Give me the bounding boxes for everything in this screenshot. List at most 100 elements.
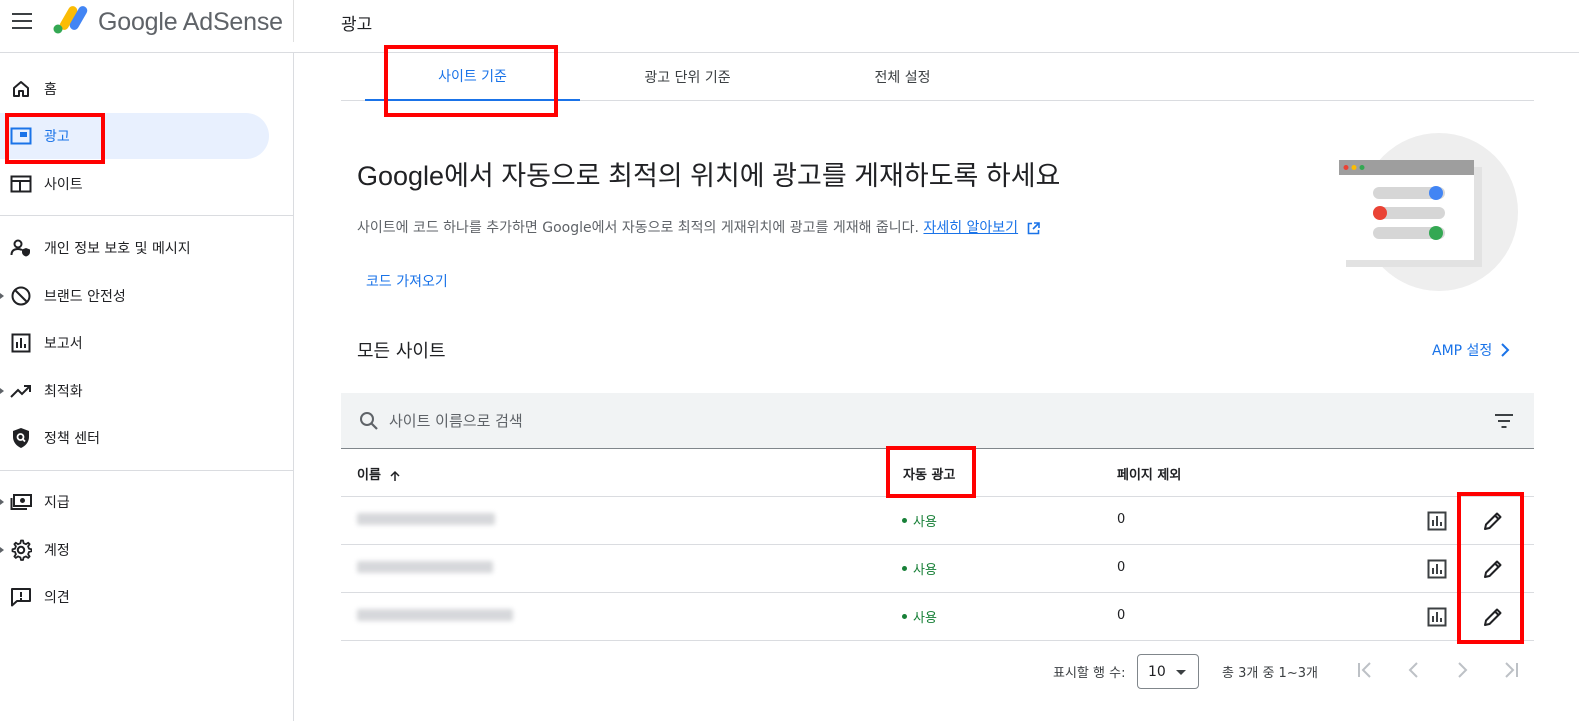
gear-icon [10,539,32,561]
sidebar-item-brand-safety[interactable]: 브랜드 안전성 [0,273,269,319]
table-header: 이름 자동 광고 페이지 제외 [341,449,1534,497]
hero-description-text: 사이트에 코드 하나를 추가하면 Google에서 자동으로 최적의 게재위치에… [357,220,919,236]
sidebar-item-home[interactable]: 홈 [0,66,269,112]
table-row[interactable]: 사용 0 [341,497,1534,545]
sidebar-item-reports[interactable]: 보고서 [0,320,269,366]
privacy-icon [10,237,32,259]
auto-ads-status: 사용 [902,559,937,578]
open-in-new-icon [1027,221,1040,234]
report-icon[interactable] [1427,511,1447,531]
column-header-page-exclusions[interactable]: 페이지 제외 [1117,464,1181,483]
tab-by-site[interactable]: 사이트 기준 [365,53,580,101]
sidebar-divider [0,470,293,471]
tab-global-settings[interactable]: 전체 설정 [795,53,1010,101]
rows-per-page-label: 표시할 행 수: [1053,666,1126,681]
site-search-bar [341,393,1534,449]
get-code-button[interactable]: 코드 가져오기 [366,271,448,291]
policy-icon [10,427,32,449]
edit-pencil-icon[interactable] [1482,510,1504,532]
page-exclusions-count: 0 [1117,512,1126,527]
sidebar-item-policy-center[interactable]: 정책 센터 [0,415,269,461]
report-icon[interactable] [1427,559,1447,579]
sidebar: 홈 광고 사이트 개인 정보 보호 및 메시지 브랜드 안전성 보고서 최적화 … [0,53,294,721]
page-title: 광고 [341,15,373,35]
previous-page-icon[interactable] [1404,660,1424,680]
sidebar-item-payments[interactable]: 지급 [0,479,269,525]
hero-description: 사이트에 코드 하나를 추가하면 Google에서 자동으로 최적의 게재위치에… [357,217,1040,237]
edit-pencil-icon[interactable] [1482,558,1504,580]
amp-settings-label: AMP 설정 [1432,343,1493,359]
site-name-redacted[interactable] [357,513,495,525]
first-page-icon[interactable] [1356,660,1376,680]
search-icon [360,412,378,430]
sites-icon [10,173,32,195]
sidebar-item-ads[interactable]: 광고 [0,113,269,159]
auto-ads-illustration [1339,133,1518,291]
hero-title: Google에서 자동으로 최적의 위치에 광고를 게재하도록 하세요 [357,161,1061,191]
filter-icon[interactable] [1494,413,1514,429]
status-text: 사용 [913,563,937,578]
sidebar-item-sites[interactable]: 사이트 [0,161,269,207]
trending-up-icon [10,380,32,402]
ads-icon [10,125,32,147]
block-icon [10,285,32,307]
column-header-name[interactable]: 이름 [357,464,401,483]
sidebar-item-optimization[interactable]: 최적화 [0,368,269,414]
report-icon[interactable] [1427,607,1447,627]
sidebar-item-account[interactable]: 계정 [0,527,269,573]
last-page-icon[interactable] [1500,660,1520,680]
page-exclusions-count: 0 [1117,608,1126,623]
sidebar-item-label: 의견 [44,590,70,606]
feedback-icon [10,586,32,608]
sidebar-item-label: 브랜드 안전성 [44,289,126,305]
sidebar-divider [0,215,293,216]
sidebar-item-label: 정책 센터 [44,431,100,447]
top-app-bar: Google AdSense 광고 [0,0,1579,53]
page-exclusions-count: 0 [1117,560,1126,575]
chevron-right-icon [1501,343,1510,357]
table-row[interactable]: 사용 0 [341,593,1534,641]
status-text: 사용 [913,515,937,530]
sidebar-item-label: 최적화 [44,384,83,400]
sidebar-item-label: 홈 [44,82,57,98]
arrow-up-icon [390,470,400,481]
table-row[interactable]: 사용 0 [341,545,1534,593]
status-dot [902,614,907,619]
sidebar-item-feedback[interactable]: 의견 [0,574,269,620]
sidebar-item-label: 광고 [44,129,70,145]
tab-bar: 사이트 기준 광고 단위 기준 전체 설정 [341,53,1534,101]
brand-name[interactable]: Google AdSense [98,8,283,37]
reports-icon [10,332,32,354]
next-page-icon[interactable] [1452,660,1472,680]
pagination-range: 총 3개 중 1~3개 [1222,666,1318,681]
adsense-logo-icon [53,6,88,34]
sidebar-item-label: 개인 정보 보호 및 메시지 [44,241,191,257]
rows-per-page-value: 10 [1148,663,1166,680]
menu-icon[interactable] [12,13,32,29]
auto-ads-status: 사용 [902,511,937,530]
sidebar-item-label: 사이트 [44,177,83,193]
search-input[interactable] [389,407,1469,435]
site-name-redacted[interactable] [357,561,493,573]
all-sites-heading: 모든 사이트 [357,341,446,362]
sidebar-item-label: 계정 [44,543,70,559]
sidebar-item-label: 지급 [44,495,70,511]
top-divider [293,0,294,42]
status-dot [902,566,907,571]
payments-icon [10,491,32,513]
home-icon [10,78,32,100]
amp-settings-link[interactable]: AMP 설정 [1432,340,1510,360]
column-header-label: 이름 [357,468,381,483]
rows-per-page-select[interactable]: 10 [1137,654,1199,689]
sidebar-item-privacy[interactable]: 개인 정보 보호 및 메시지 [0,225,269,271]
status-text: 사용 [913,611,937,626]
dropdown-arrow-icon [1176,670,1186,675]
sidebar-item-label: 보고서 [44,336,83,352]
learn-more-link[interactable]: 자세히 알아보기 [923,220,1018,236]
edit-pencil-icon[interactable] [1482,606,1504,628]
status-dot [902,518,907,523]
auto-ads-status: 사용 [902,607,937,626]
tab-by-ad-unit[interactable]: 광고 단위 기준 [580,53,795,101]
column-header-auto-ads[interactable]: 자동 광고 [903,464,955,483]
site-name-redacted[interactable] [357,609,513,621]
